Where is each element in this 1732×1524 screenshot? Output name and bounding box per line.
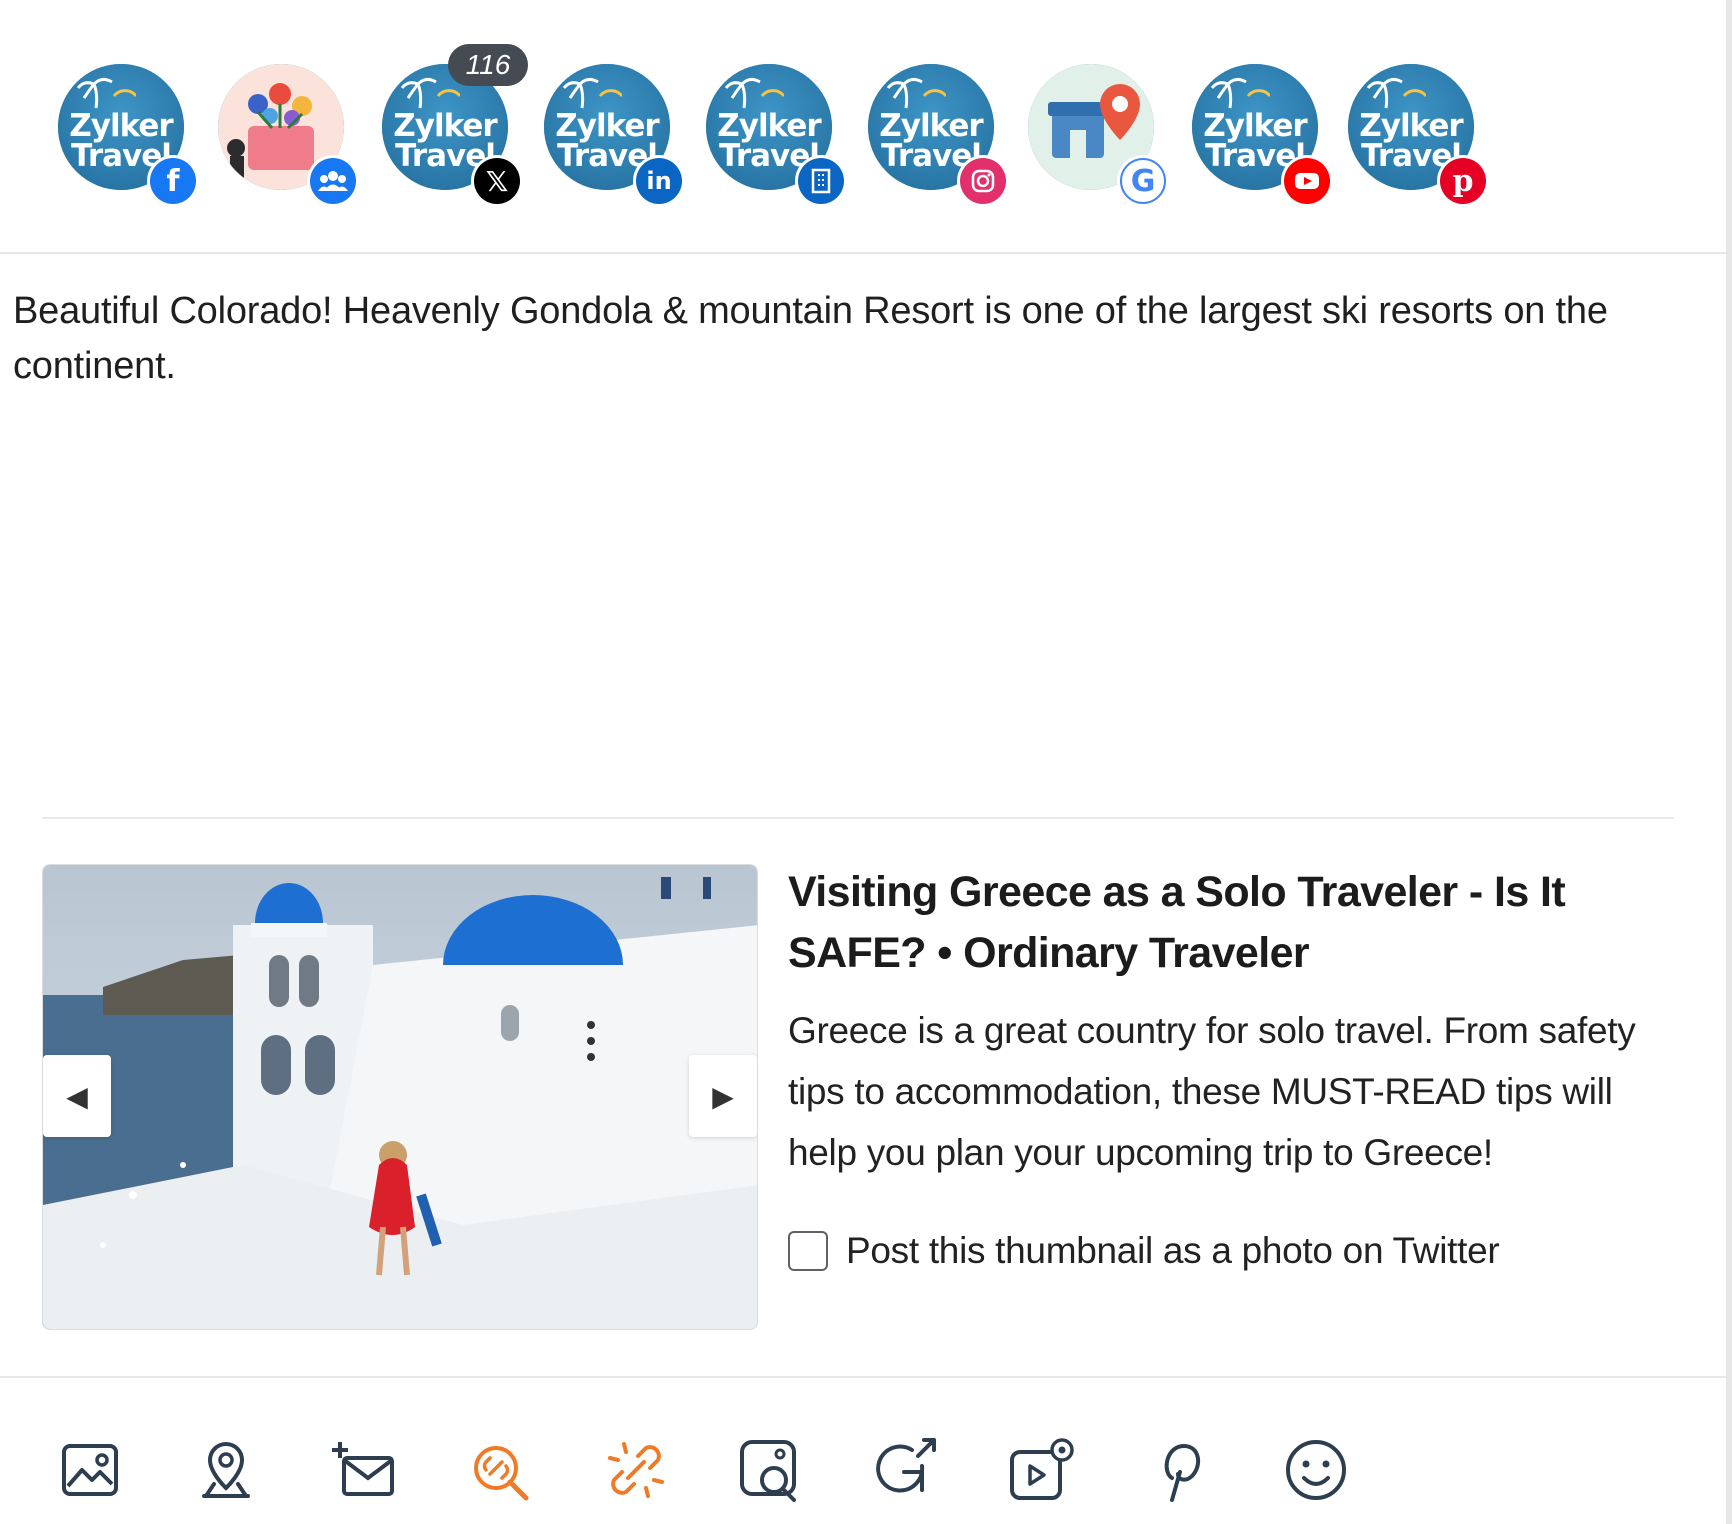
santorini-photo — [43, 865, 757, 1329]
unlink-icon[interactable] — [596, 1430, 676, 1510]
pinterest-icon[interactable] — [1140, 1430, 1220, 1510]
google-icon: G — [1120, 158, 1166, 204]
profile-avatar-google-business[interactable]: G — [1028, 64, 1166, 204]
divider — [0, 252, 1726, 254]
x-icon: 𝕏 — [474, 158, 520, 204]
youtube-icon — [1284, 158, 1330, 204]
carousel-prev-button[interactable]: ◀ — [43, 1055, 111, 1137]
profile-avatar-linkedin[interactable]: Zylker Travel in — [544, 64, 682, 204]
pinterest-icon: p — [1440, 158, 1486, 204]
video-settings-icon[interactable] — [1002, 1430, 1082, 1510]
profile-avatar-facebook[interactable]: Zylker Travel f — [58, 64, 196, 204]
group-icon — [310, 158, 356, 204]
repost-icon[interactable] — [866, 1430, 946, 1510]
profile-selector: Zylker Travel f Zylker Travel 𝕏 116 Zylk… — [0, 0, 1726, 252]
facebook-icon: f — [150, 158, 196, 204]
emoji-icon[interactable] — [1276, 1430, 1356, 1510]
location-icon[interactable] — [186, 1430, 266, 1510]
link-preview-description: Greece is a great country for solo trave… — [788, 1010, 1636, 1173]
image-search-icon[interactable] — [730, 1430, 810, 1510]
image-icon[interactable] — [50, 1430, 130, 1510]
link-preview-thumbnail: ◀ ▶ — [42, 864, 758, 1330]
post-count-badge: 116 — [448, 44, 528, 86]
divider — [42, 817, 1674, 819]
instagram-icon — [960, 158, 1006, 204]
carousel-next-button[interactable]: ▶ — [689, 1055, 757, 1137]
post-thumbnail-checkbox[interactable] — [788, 1231, 828, 1271]
profile-avatar-pinterest[interactable]: Zylker Travel p — [1348, 64, 1486, 204]
composer-toolbar — [0, 1378, 1726, 1524]
post-thumbnail-label: Post this thumbnail as a photo on Twitte… — [846, 1230, 1500, 1271]
link-search-icon[interactable] — [460, 1430, 540, 1510]
profile-avatar-group[interactable] — [218, 64, 356, 204]
building-icon — [798, 158, 844, 204]
post-message-text[interactable]: Beautiful Colorado! Heavenly Gondola & m… — [13, 284, 1713, 394]
linkedin-icon: in — [636, 158, 682, 204]
profile-avatar-youtube[interactable]: Zylker Travel — [1192, 64, 1330, 204]
link-preview-title: Visiting Greece as a Solo Traveler - Is … — [788, 868, 1566, 977]
profile-avatar-linkedin-page[interactable]: Zylker Travel — [706, 64, 844, 204]
add-email-icon[interactable] — [324, 1430, 404, 1510]
window-edge — [1726, 0, 1732, 1524]
post-thumbnail-option[interactable]: Post this thumbnail as a photo on Twitte… — [788, 1226, 1500, 1276]
profile-avatar-instagram[interactable]: Zylker Travel — [868, 64, 1006, 204]
